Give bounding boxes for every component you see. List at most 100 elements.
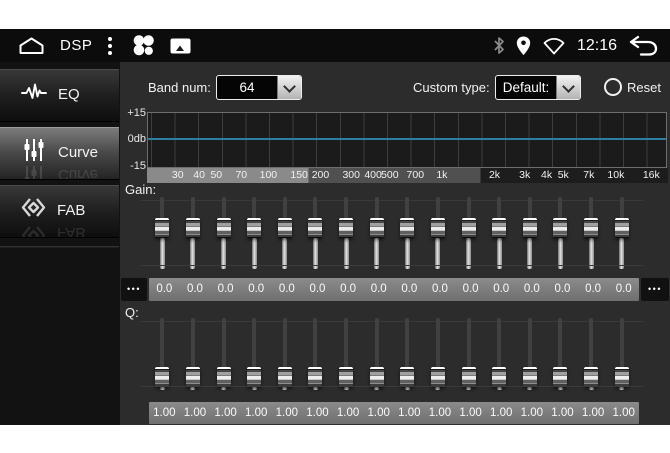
gain-slider[interactable]: [392, 196, 423, 270]
q-slider[interactable]: [208, 317, 239, 391]
gain-slider[interactable]: [361, 196, 392, 270]
q-slider[interactable]: [331, 317, 362, 391]
gain-slider-thumb[interactable]: [247, 218, 261, 238]
gain-slider-track: [435, 238, 440, 269]
reset-radio[interactable]: [604, 78, 622, 96]
q-slider[interactable]: [392, 317, 423, 391]
gain-slider[interactable]: [147, 196, 178, 270]
q-slider[interactable]: [515, 317, 546, 391]
q-slider[interactable]: [576, 317, 607, 391]
gain-slider-thumb[interactable]: [155, 218, 169, 238]
freq-tick-label: 30: [172, 169, 184, 181]
q-slider-thumb[interactable]: [308, 367, 322, 387]
q-slider[interactable]: [178, 317, 209, 391]
gain-slider-thumb[interactable]: [523, 218, 537, 238]
q-slider-thumb[interactable]: [553, 367, 567, 387]
chevron-down-icon[interactable]: [277, 76, 301, 99]
q-value: 1.00: [333, 402, 364, 424]
q-slider[interactable]: [147, 317, 178, 391]
gain-slider-thumb[interactable]: [339, 218, 353, 238]
q-slider[interactable]: [453, 317, 484, 391]
q-slider-track: [528, 318, 532, 372]
q-slider-thumb[interactable]: [186, 367, 200, 387]
q-slider[interactable]: [545, 317, 576, 391]
y-axis-label-zero: 0db: [120, 133, 146, 145]
q-slider-thumb[interactable]: [247, 367, 261, 387]
gain-slider-thumb[interactable]: [217, 218, 231, 238]
q-value: 1.00: [455, 402, 486, 424]
q-slider-track: [497, 318, 501, 372]
gain-slider-thumb[interactable]: [308, 218, 322, 238]
menu-dots-icon[interactable]: [108, 37, 112, 55]
q-slider-thumb[interactable]: [523, 367, 537, 387]
q-slider-thumb[interactable]: [462, 367, 476, 387]
gain-slider[interactable]: [484, 196, 515, 270]
gain-slider-track: [190, 238, 195, 269]
gain-slider-thumb[interactable]: [615, 218, 629, 238]
gain-slider[interactable]: [270, 196, 301, 270]
gain-slider[interactable]: [178, 196, 209, 270]
q-slider[interactable]: [606, 317, 637, 391]
q-slider[interactable]: [484, 317, 515, 391]
gain-slider-thumb[interactable]: [400, 218, 414, 238]
apps-icon[interactable]: [132, 34, 155, 57]
q-slider-thumb[interactable]: [492, 367, 506, 387]
gain-slider-thumb[interactable]: [370, 218, 384, 238]
q-slider-thumb[interactable]: [370, 367, 384, 387]
q-value: 1.00: [517, 402, 548, 424]
gallery-icon[interactable]: [170, 38, 191, 54]
gain-slider[interactable]: [423, 196, 454, 270]
gain-value: 0.0: [486, 278, 517, 301]
gain-slider[interactable]: [576, 196, 607, 270]
gain-slider[interactable]: [331, 196, 362, 270]
gain-value: 0.0: [363, 278, 394, 301]
gain-slider-thumb[interactable]: [553, 218, 567, 238]
chevron-down-icon[interactable]: [556, 76, 580, 99]
sidebar-item-label: Curve: [58, 144, 98, 161]
q-slider-thumb[interactable]: [217, 367, 231, 387]
q-slider[interactable]: [300, 317, 331, 391]
sidebar-item-fab[interactable]: FAB FAB: [0, 185, 119, 238]
gain-slider[interactable]: [453, 196, 484, 270]
gain-slider[interactable]: [606, 196, 637, 270]
gain-value-strip: 0.00.00.00.00.00.00.00.00.00.00.00.00.00…: [149, 278, 639, 301]
gain-slider-thumb[interactable]: [186, 218, 200, 238]
gain-value: 0.0: [180, 278, 211, 301]
q-slider[interactable]: [270, 317, 301, 391]
gain-slider-thumb[interactable]: [278, 218, 292, 238]
q-slider-thumb[interactable]: [615, 367, 629, 387]
gain-slider[interactable]: [545, 196, 576, 270]
gain-value: 0.0: [578, 278, 609, 301]
gain-slider-thumb[interactable]: [584, 218, 598, 238]
gain-slider-thumb[interactable]: [492, 218, 506, 238]
q-slider[interactable]: [361, 317, 392, 391]
back-icon[interactable]: [628, 34, 658, 57]
q-slider[interactable]: [239, 317, 270, 391]
q-slider-thumb[interactable]: [278, 367, 292, 387]
q-slider-thumb[interactable]: [584, 367, 598, 387]
gain-overflow-left-button[interactable]: •••: [121, 278, 147, 301]
q-slider-thumb[interactable]: [431, 367, 445, 387]
gain-slider[interactable]: [515, 196, 546, 270]
gain-slider[interactable]: [239, 196, 270, 270]
q-slider-thumb[interactable]: [339, 367, 353, 387]
q-slider-thumb[interactable]: [400, 367, 414, 387]
gain-value: 0.0: [455, 278, 486, 301]
gain-overflow-right-button[interactable]: •••: [641, 278, 669, 301]
gain-slider-thumb[interactable]: [462, 218, 476, 238]
q-slider-thumb[interactable]: [155, 367, 169, 387]
sidebar-item-eq[interactable]: EQ: [0, 69, 119, 122]
band-num-select[interactable]: 64: [216, 75, 302, 100]
freq-tick-label: 4k: [541, 169, 552, 181]
q-value: 1.00: [608, 402, 639, 424]
home-icon[interactable]: [18, 36, 45, 55]
band-num-label: Band num:: [148, 74, 211, 102]
custom-type-select[interactable]: Default:: [495, 75, 581, 100]
gain-slider[interactable]: [208, 196, 239, 270]
q-slider[interactable]: [423, 317, 454, 391]
gain-slider[interactable]: [300, 196, 331, 270]
gain-slider-thumb[interactable]: [431, 218, 445, 238]
gain-value: 0.0: [302, 278, 333, 301]
gain-slider-track: [282, 238, 287, 269]
sidebar-item-curve[interactable]: Curve Curve: [0, 127, 119, 180]
